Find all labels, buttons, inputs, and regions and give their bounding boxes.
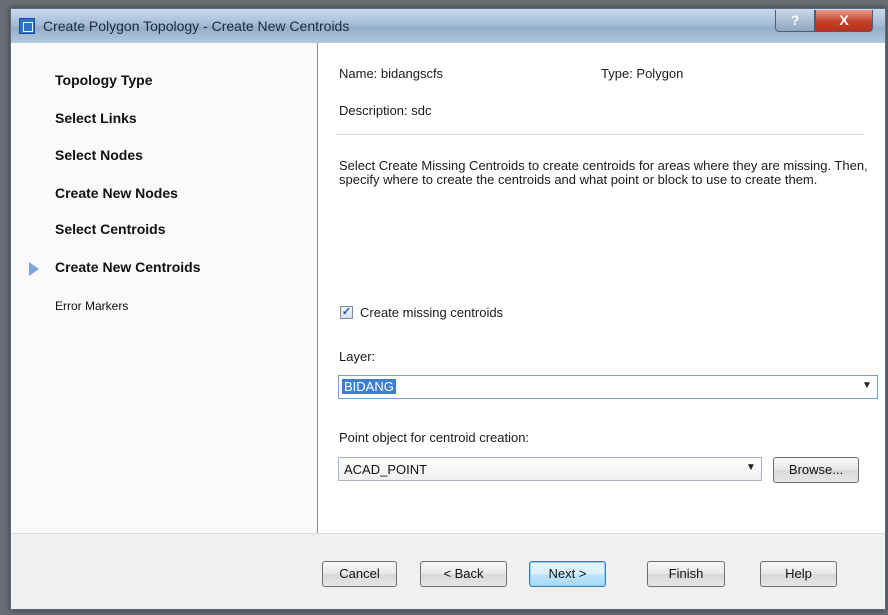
chevron-down-icon[interactable]: ▼ xyxy=(746,462,756,473)
next-button[interactable]: Next > xyxy=(529,561,606,587)
help-title-button[interactable]: ? xyxy=(775,10,815,32)
close-button[interactable]: X xyxy=(815,10,873,32)
steps-sidebar: Topology Type Select Links Select Nodes … xyxy=(11,43,318,533)
divider xyxy=(336,134,864,135)
layer-combobox[interactable]: BIDANG ▼ xyxy=(338,375,878,399)
point-object-label: Point object for centroid creation: xyxy=(339,430,530,445)
topology-name: Name: bidangscfs xyxy=(339,66,444,81)
step-create-new-centroids[interactable]: Create New Centroids xyxy=(55,259,200,275)
button-bar: Cancel < Back Next > Finish Help xyxy=(11,533,885,609)
main-panel: Name: bidangscfs Type: Polygon Descripti… xyxy=(318,43,885,533)
topology-app-icon xyxy=(19,18,35,34)
window-title: Create Polygon Topology - Create New Cen… xyxy=(43,18,350,34)
finish-button[interactable]: Finish xyxy=(647,561,725,587)
step-select-nodes[interactable]: Select Nodes xyxy=(55,147,143,163)
title-bar[interactable]: Create Polygon Topology - Create New Cen… xyxy=(11,9,885,44)
topology-type: Type: Polygon xyxy=(601,66,684,81)
back-button[interactable]: < Back xyxy=(420,561,507,587)
dialog-window: Create Polygon Topology - Create New Cen… xyxy=(10,8,886,610)
step-create-new-nodes[interactable]: Create New Nodes xyxy=(55,185,178,201)
dialog-content: Topology Type Select Links Select Nodes … xyxy=(11,43,885,533)
instructions-text: Select Create Missing Centroids to creat… xyxy=(339,158,868,187)
topology-description: Description: sdc xyxy=(339,103,432,118)
create-missing-checkbox[interactable]: ✓ xyxy=(340,306,353,319)
step-error-markers[interactable]: Error Markers xyxy=(55,299,128,313)
step-topology-type[interactable]: Topology Type xyxy=(55,72,152,88)
create-missing-label[interactable]: Create missing centroids xyxy=(360,305,503,320)
step-select-links[interactable]: Select Links xyxy=(55,110,137,126)
browse-button[interactable]: Browse... xyxy=(773,457,859,483)
current-step-arrow-icon xyxy=(29,262,39,276)
layer-value[interactable]: BIDANG xyxy=(342,379,396,394)
layer-label: Layer: xyxy=(339,349,376,364)
cancel-button[interactable]: Cancel xyxy=(322,561,397,587)
chevron-down-icon[interactable]: ▼ xyxy=(862,380,872,391)
point-object-select[interactable]: ACAD_POINT ▼ xyxy=(338,457,762,481)
step-select-centroids[interactable]: Select Centroids xyxy=(55,221,165,237)
point-object-value[interactable]: ACAD_POINT xyxy=(344,462,427,477)
help-button[interactable]: Help xyxy=(760,561,837,587)
